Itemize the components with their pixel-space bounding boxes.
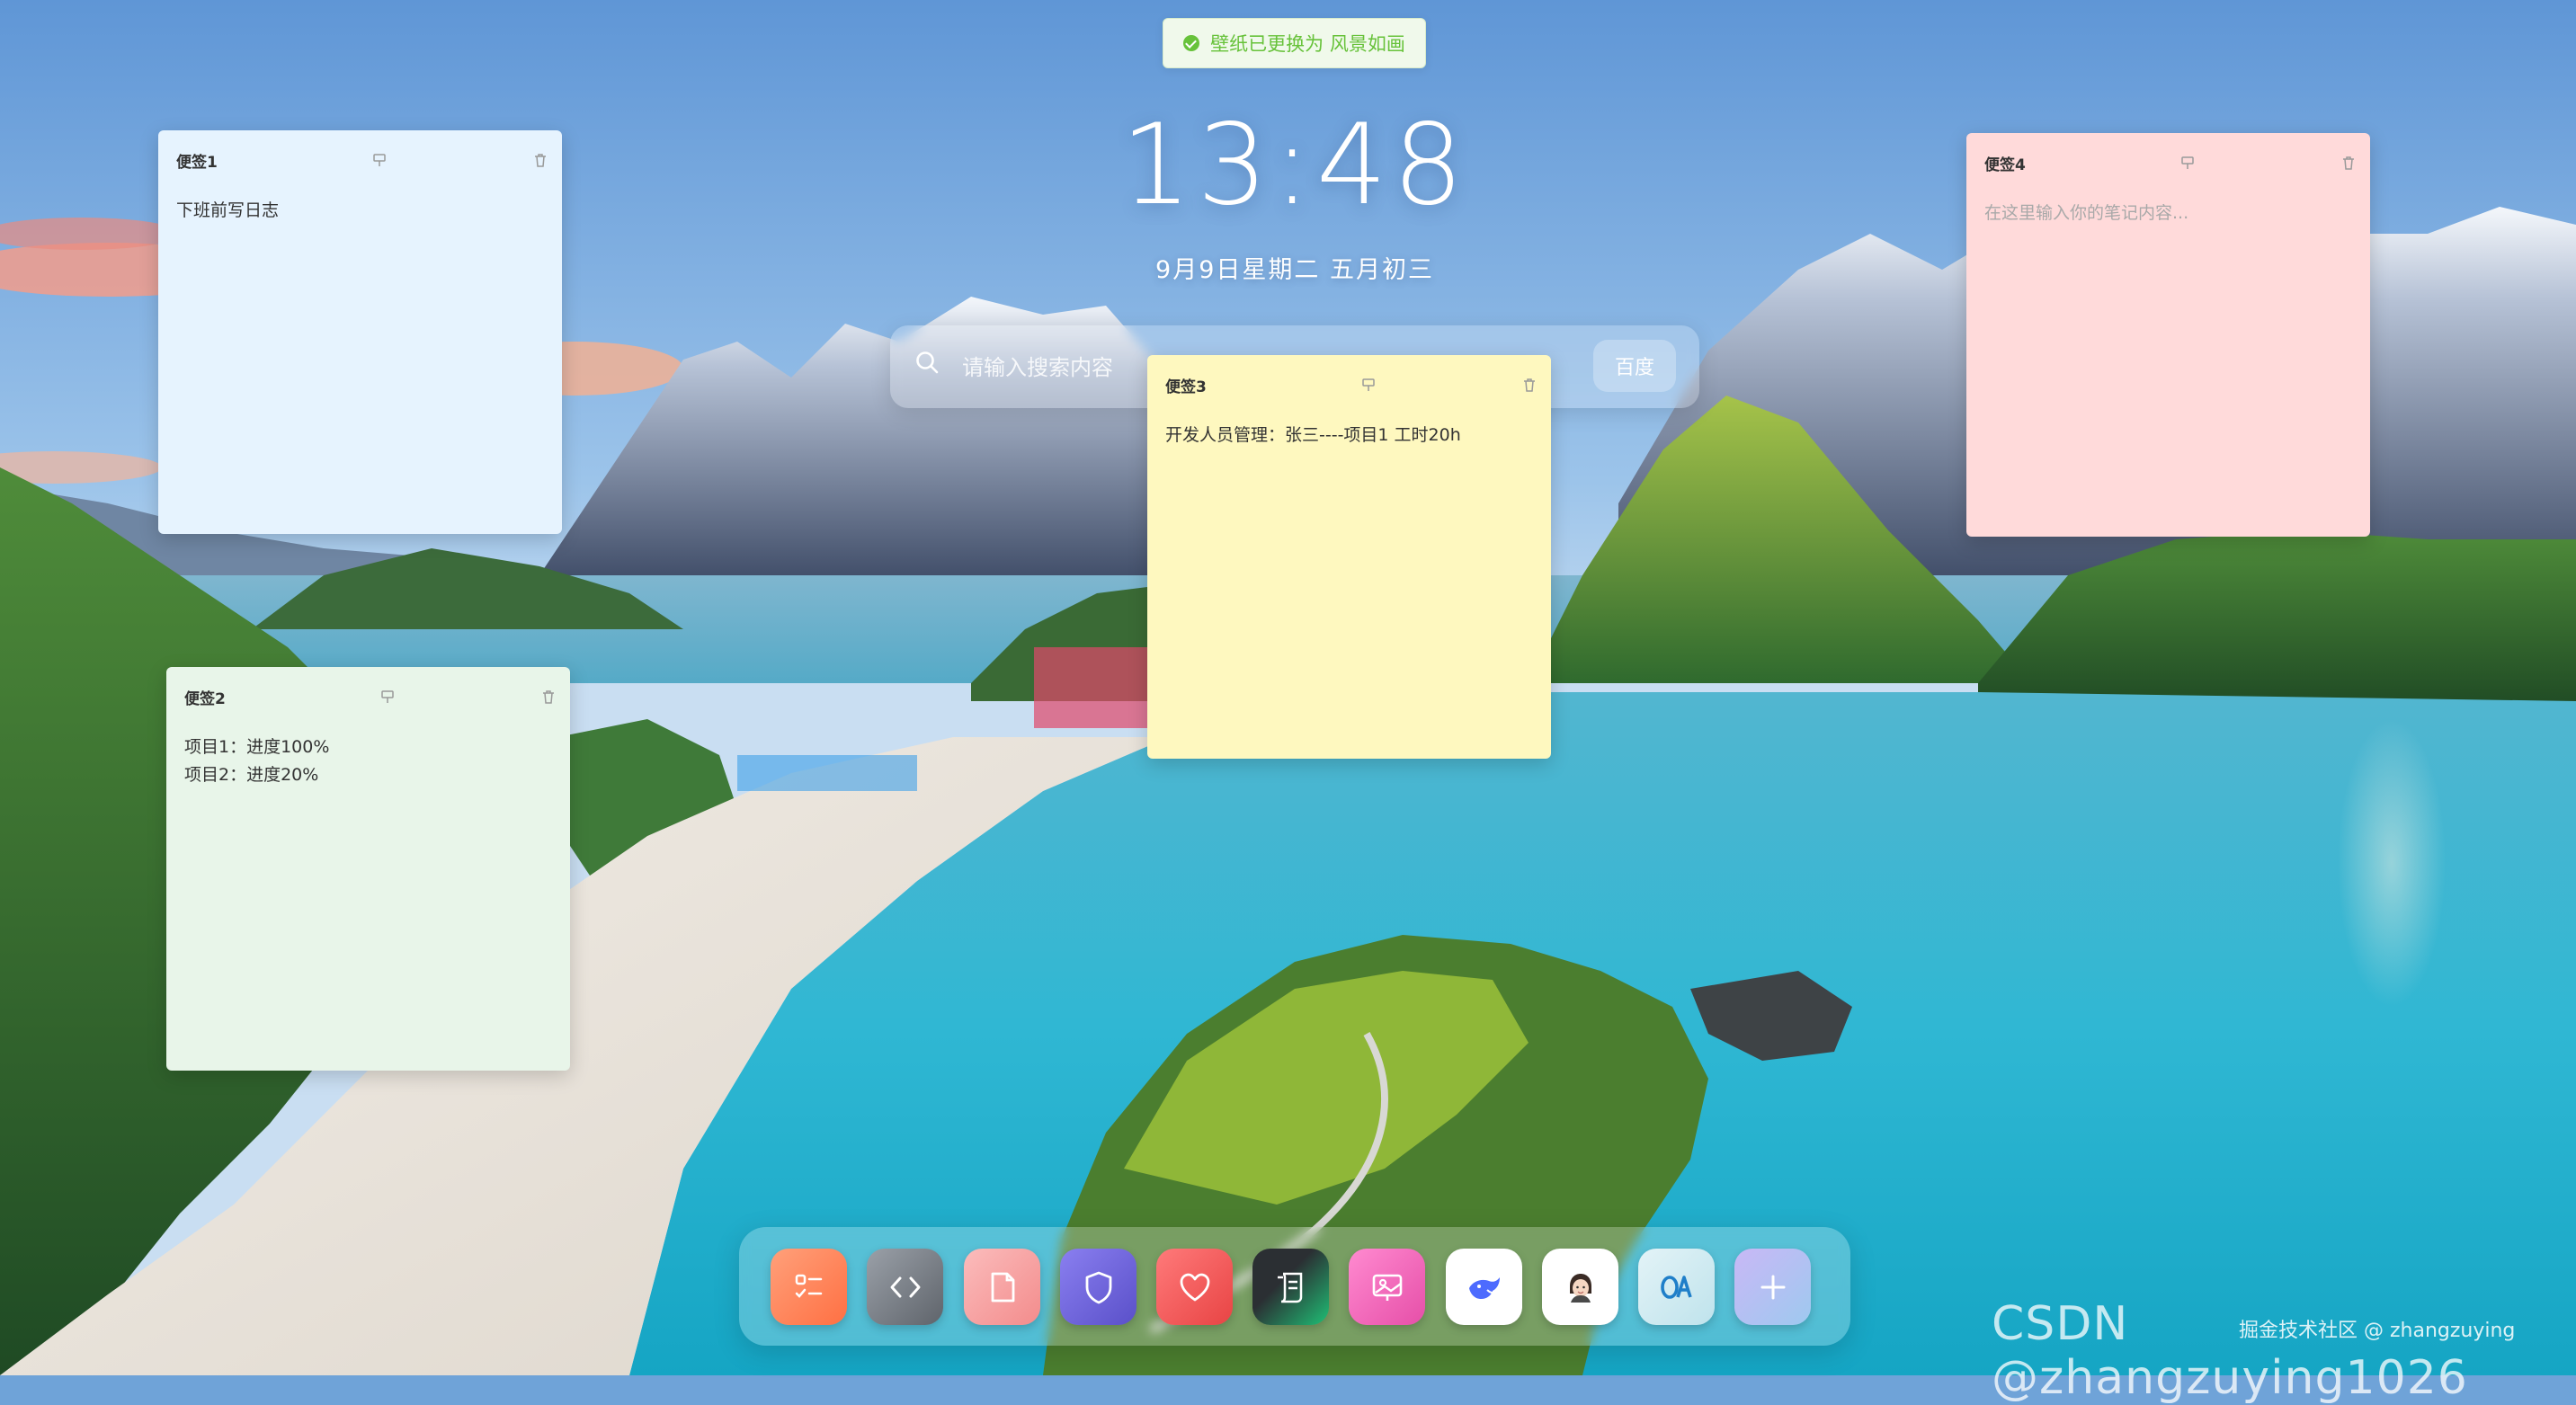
toast-notification: 壁纸已更换为 风景如画 — [1163, 18, 1426, 68]
deepseek-app[interactable] — [1446, 1249, 1522, 1325]
pin-icon[interactable] — [371, 152, 388, 168]
document-app[interactable] — [964, 1249, 1040, 1325]
delete-icon[interactable] — [1521, 377, 1538, 393]
oa-app[interactable] — [1638, 1249, 1715, 1325]
security-app[interactable] — [1060, 1249, 1136, 1325]
checklist-icon — [795, 1274, 822, 1298]
document-icon — [991, 1272, 1014, 1302]
pin-icon[interactable] — [379, 689, 396, 705]
shield-icon — [1085, 1271, 1111, 1303]
avatar-icon — [1569, 1273, 1591, 1303]
note-header: 便签3 — [1165, 355, 1535, 414]
checklist-app[interactable] — [771, 1249, 847, 1325]
app-dock — [739, 1227, 1850, 1346]
note-header: 便签4 — [1984, 133, 2354, 192]
success-icon — [1183, 35, 1200, 51]
csdn-watermark: CSDN @zhangzuying1026 — [1992, 1297, 2468, 1405]
note-content-placeholder[interactable]: 在这里输入你的笔记内容... — [1984, 200, 2352, 227]
delete-icon[interactable] — [532, 152, 548, 168]
toast-message: 壁纸已更换为 风景如画 — [1210, 33, 1405, 55]
note-title: 便签4 — [1984, 156, 2026, 174]
whale-icon — [1468, 1276, 1500, 1299]
delete-icon[interactable] — [540, 689, 557, 705]
search-engine-button[interactable]: 百度 — [1593, 340, 1676, 392]
receipt-icon — [1277, 1272, 1302, 1303]
avatar-app[interactable] — [1542, 1249, 1618, 1325]
image-icon — [1372, 1274, 1402, 1301]
note-title: 便签3 — [1165, 378, 1207, 396]
note-header: 便签2 — [184, 667, 554, 726]
delete-icon[interactable] — [2340, 155, 2357, 171]
search-icon[interactable] — [915, 351, 939, 374]
favorites-app[interactable] — [1156, 1249, 1233, 1325]
sticky-note-2[interactable]: 便签2 项目1：进度100% 项目2：进度20% — [166, 667, 570, 1071]
clock-time: 13:48 — [1120, 101, 1469, 230]
note-title: 便签1 — [176, 153, 218, 172]
sticky-note-4[interactable]: 便签4 在这里输入你的笔记内容... — [1966, 133, 2370, 537]
note-content[interactable]: 下班前写日志 — [176, 197, 544, 225]
receipt-app[interactable] — [1252, 1249, 1329, 1325]
note-content[interactable]: 开发人员管理：张三----项目1 工时20h — [1165, 422, 1533, 449]
pin-icon[interactable] — [2179, 155, 2196, 171]
note-header: 便签1 — [176, 130, 546, 190]
juejin-watermark: 掘金技术社区 @ zhangzuying — [2239, 1320, 2516, 1342]
code-app[interactable] — [867, 1249, 943, 1325]
code-icon — [890, 1276, 920, 1297]
add-app-button[interactable] — [1734, 1249, 1811, 1325]
clock-date: 9月9日星期二 五月初三 — [1155, 256, 1434, 284]
pin-icon[interactable] — [1360, 377, 1377, 393]
sticky-note-3[interactable]: 便签3 开发人员管理：张三----项目1 工时20h — [1147, 355, 1551, 759]
note-title: 便签2 — [184, 689, 226, 708]
add-icon — [1760, 1275, 1785, 1299]
sticky-note-1[interactable]: 便签1 下班前写日志 — [158, 130, 562, 534]
oa-icon — [1660, 1275, 1692, 1299]
heart-icon — [1180, 1273, 1209, 1301]
gallery-app[interactable] — [1349, 1249, 1425, 1325]
note-content[interactable]: 项目1：进度100% 项目2：进度20% — [184, 734, 552, 789]
